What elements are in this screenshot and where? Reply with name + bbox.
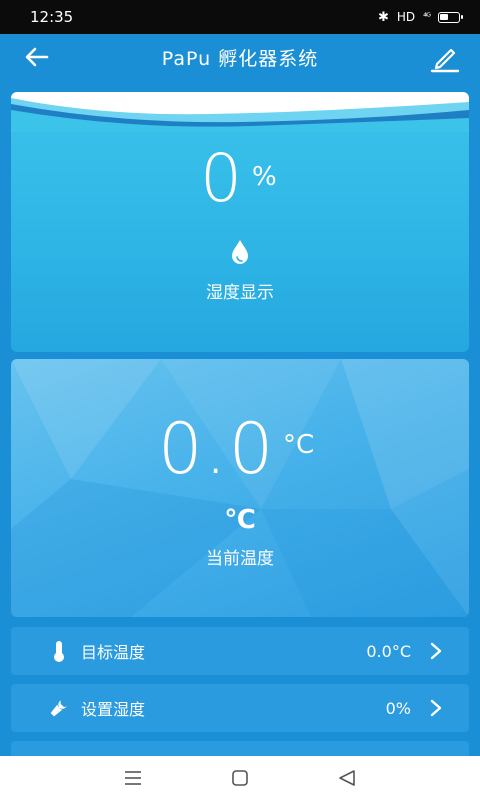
humidity-label: 湿度显示 <box>206 283 274 303</box>
status-time: 12:35 <box>30 8 74 26</box>
target-temperature-row[interactable]: 目标温度 0.0°C <box>11 627 469 675</box>
humidity-unit: % <box>252 162 277 192</box>
temperature-unit: °C <box>283 430 315 460</box>
hd-badge: HD <box>396 10 416 24</box>
page-title: PaPu 孵化器系统 <box>161 47 319 70</box>
pencil-icon[interactable] <box>428 40 462 74</box>
thermometer-icon <box>54 641 64 662</box>
celsius-icon: ℃ <box>224 505 256 535</box>
wrench-icon <box>50 700 67 717</box>
back-triangle-icon[interactable] <box>327 763 367 793</box>
signal-icon: ⁴ᴳ <box>423 11 431 23</box>
chevron-right-icon <box>430 642 442 660</box>
target-temperature-label: 目标温度 <box>81 643 146 662</box>
arrow-left-icon[interactable] <box>22 42 52 72</box>
system-nav-bar <box>0 756 480 800</box>
water-wave-decoration <box>11 92 469 132</box>
water-drop-icon <box>232 240 248 264</box>
bluetooth-icon: ✱ <box>377 9 389 25</box>
set-humidity-label: 设置湿度 <box>81 700 146 719</box>
temperature-value: 0.0 <box>158 408 276 490</box>
status-icons: ✱ HD ⁴ᴳ <box>377 9 463 25</box>
battery-icon <box>438 11 463 23</box>
set-humidity-value: 0% <box>385 698 411 718</box>
temperature-label: 当前温度 <box>206 549 274 569</box>
humidity-card <box>11 92 469 352</box>
target-temperature-value: 0.0°C <box>366 641 411 661</box>
set-humidity-row[interactable]: 设置湿度 0% <box>11 684 469 732</box>
app-bar: PaPu 孵化器系统 <box>0 34 480 80</box>
home-square-icon[interactable] <box>220 763 260 793</box>
menu-icon[interactable] <box>113 763 153 793</box>
humidity-value: 0 <box>200 140 242 217</box>
status-bar: 12:35 ✱ HD ⁴ᴳ <box>0 0 480 34</box>
chevron-right-icon <box>430 699 442 717</box>
